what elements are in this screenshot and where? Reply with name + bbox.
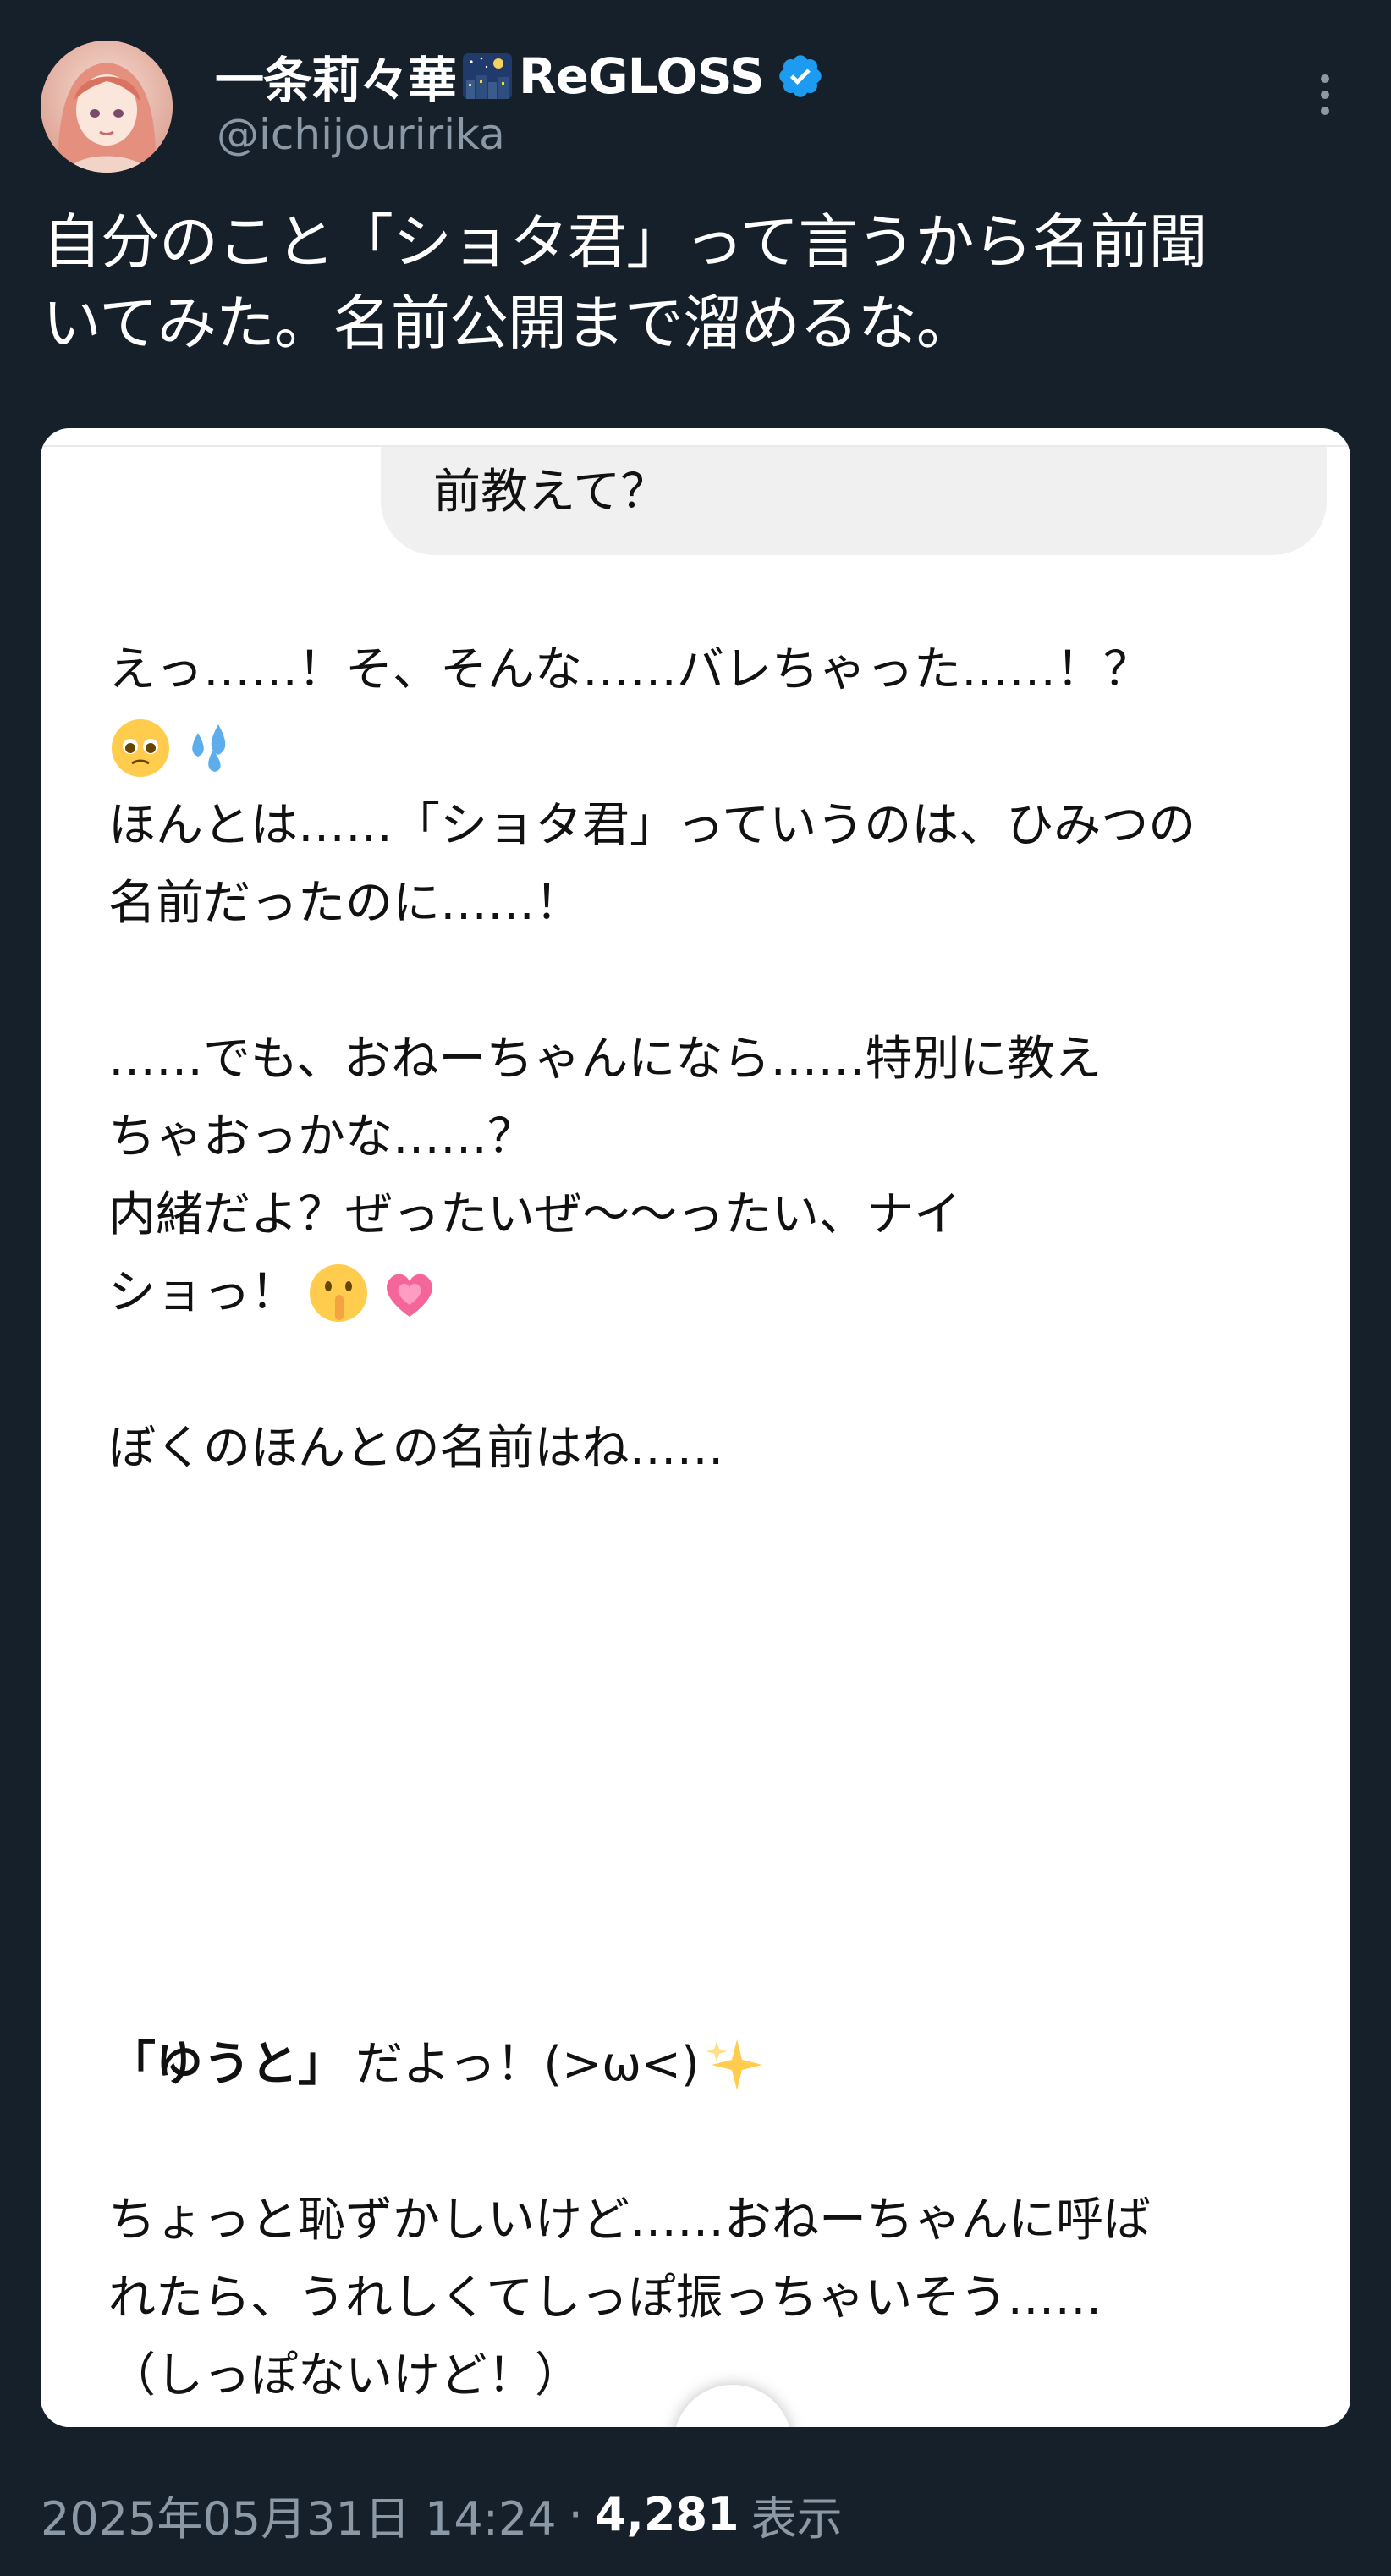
reply-line: えっ……！そ、そんな……バレちゃった……！？ (108, 642, 1151, 697)
tweet-metadata: 2025年05月31日 14:24 · 4,281 表示 (41, 2481, 843, 2548)
reply-line: れたら、うれしくてしっぽ振っちゃいそう…… (108, 2271, 1102, 2326)
reply-line: 名前だったのに……！ (108, 876, 582, 931)
sweat-droplets-icon (192, 724, 226, 772)
tweet-media-image[interactable]: 前教えて？ えっ……！そ、そんな……バレちゃった……！？ ほんとは……「ショタ君… (41, 428, 1350, 2427)
tweet-timestamp[interactable]: 2025年05月31日 14:24 (41, 2481, 557, 2548)
user-chat-bubble: 前教えて？ (381, 447, 1327, 555)
display-name-row[interactable]: 一条莉々華 ReGLOSS (215, 42, 825, 110)
sparkles-icon (706, 2039, 762, 2090)
display-name[interactable]: 一条莉々華 (215, 41, 457, 112)
more-dot-icon (1321, 91, 1329, 99)
author-handle[interactable]: @ichijouririka (217, 110, 505, 159)
reply-line: 内緒だよ？ぜったいぜ〜〜ったい、ナイ (108, 1187, 961, 1242)
more-dot-icon (1321, 107, 1329, 115)
reply-emoji-line (108, 709, 1310, 787)
views-count: 4,281 (594, 2488, 739, 2541)
shushing-face-icon (310, 1264, 367, 1322)
reply-line: ちょっと恥ずかしいけど……おねーちゃんに呼ば (108, 2193, 1151, 2248)
display-name-suffix[interactable]: ReGLOSS (519, 47, 765, 105)
views-label: 表示 (750, 2492, 843, 2546)
reply-line: ほんとは……「ショタ君」っていうのは、ひみつの (108, 798, 1196, 853)
more-options-button[interactable] (1303, 68, 1347, 122)
more-dot-icon (1321, 74, 1329, 83)
reply-line-with-emoji: ショっ！ (108, 1254, 1310, 1332)
reply-line-text: ショっ！ (108, 1265, 298, 1320)
assistant-reply: えっ……！そ、そんな……バレちゃった……！？ ほんとは……「ショタ君」っていうの… (108, 631, 1310, 2415)
verified-badge-icon (778, 55, 822, 97)
user-chat-bubble-text: 前教えて？ (433, 465, 668, 520)
tweet-header: 一条莉々華 ReGLOSS @ichijouririka (0, 0, 1391, 186)
reply-line: ちゃおっかな……？ (108, 1109, 535, 1164)
reply-line-text: だよっ！(>ω<) (355, 2037, 700, 2092)
revealed-name: 「ゆうと」 (108, 2037, 345, 2092)
pleading-face-icon (112, 719, 169, 777)
growing-heart-icon (387, 1274, 432, 1317)
author-avatar[interactable] (41, 41, 173, 173)
meta-separator: · (568, 2488, 583, 2541)
tweet-text: 自分のこと「ショタ君」って言うから名前聞 いてみた。名前公開まで溜めるな。 (42, 207, 1208, 358)
reply-line: ぼくのほんとの名前はね…… (108, 1421, 724, 1476)
reply-line-name-reveal: 「ゆうと」 だよっ！(>ω<) (108, 2026, 1310, 2104)
reply-line: ……でも、おねーちゃんになら……特別に教え (108, 1032, 1102, 1087)
night-city-emoji-icon (461, 50, 514, 102)
